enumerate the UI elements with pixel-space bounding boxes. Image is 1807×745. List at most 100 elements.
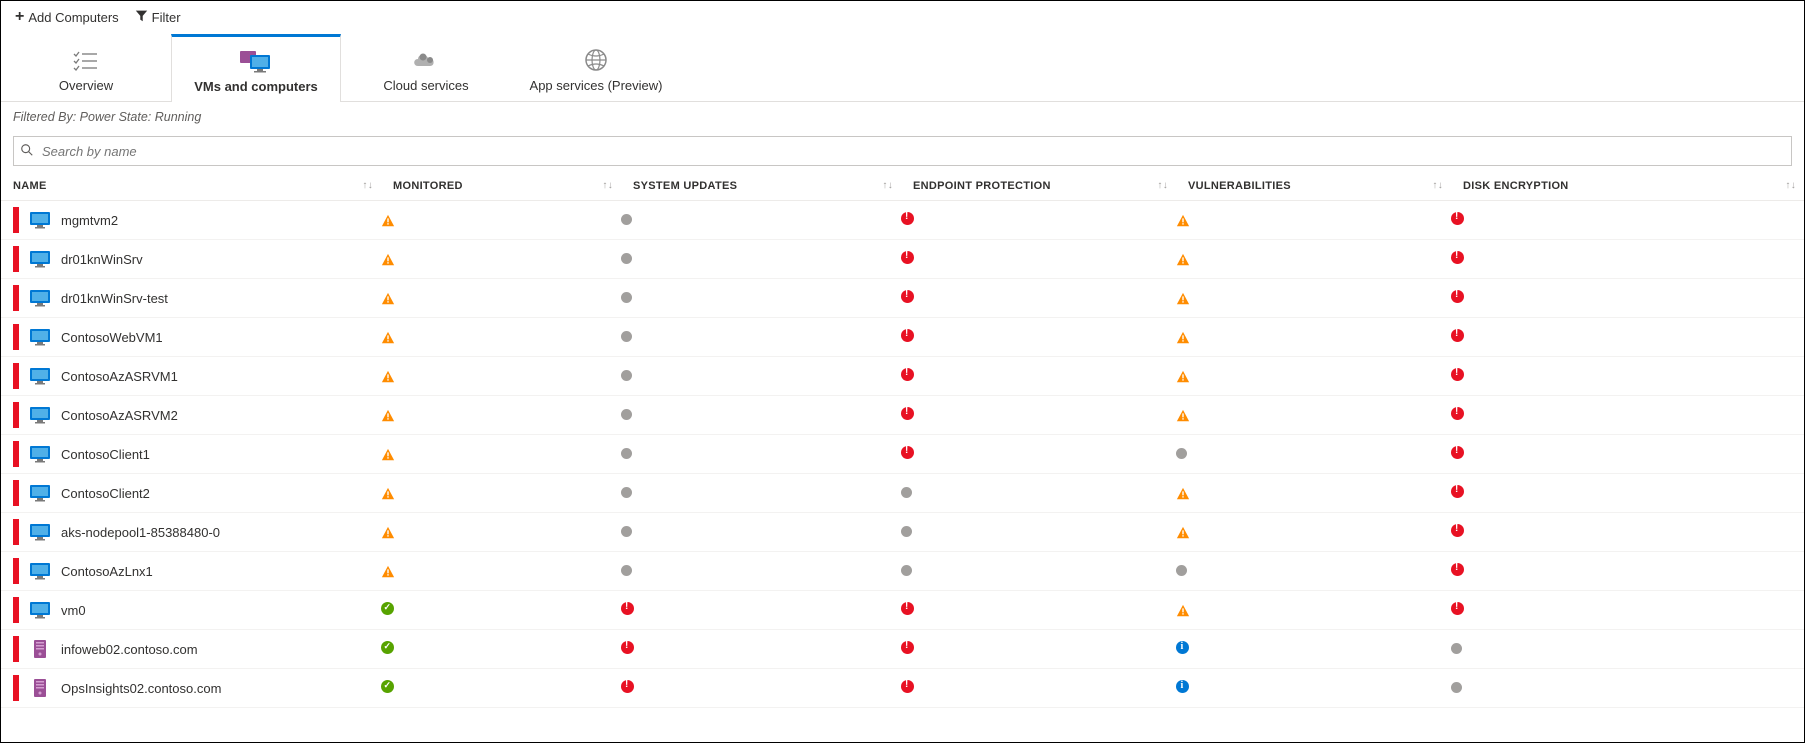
table-row[interactable]: infoweb02.contoso.com (1, 630, 1804, 669)
search-icon (20, 143, 34, 160)
vm-icon (29, 406, 51, 424)
col-vuln[interactable]: VULNERABILITIES↑↓ (1176, 172, 1451, 201)
warning-icon (381, 448, 395, 462)
healthy-icon (381, 602, 394, 615)
warning-icon (381, 214, 395, 228)
warning-icon (1176, 331, 1190, 345)
error-icon (1451, 329, 1464, 342)
col-name[interactable]: NAME↑↓ (1, 172, 381, 201)
table-row[interactable]: ContosoClient1 (1, 435, 1804, 474)
table-row[interactable]: dr01knWinSrv (1, 240, 1804, 279)
error-icon (1451, 524, 1464, 537)
cloud-gears-icon (341, 46, 511, 74)
search-input[interactable] (40, 143, 1785, 160)
warning-icon (381, 370, 395, 384)
search-box[interactable] (13, 136, 1792, 166)
vm-icon (29, 328, 51, 346)
unknown-icon (621, 409, 632, 420)
severity-indicator (13, 246, 19, 272)
severity-indicator (13, 402, 19, 428)
error-icon (901, 641, 914, 654)
search-container (13, 136, 1792, 166)
unknown-icon (1451, 682, 1462, 693)
severity-indicator (13, 207, 19, 233)
tab-vms[interactable]: VMs and computers (171, 34, 341, 102)
unknown-icon (621, 526, 632, 537)
col-disk[interactable]: DISK ENCRYPTION↑↓ (1451, 172, 1804, 201)
warning-icon (381, 565, 395, 579)
unknown-icon (1176, 448, 1187, 459)
col-updates[interactable]: SYSTEM UPDATES↑↓ (621, 172, 901, 201)
error-icon (1451, 407, 1464, 420)
resource-name: ContosoWebVM1 (61, 330, 163, 345)
vm-icon (172, 47, 340, 75)
error-icon (1451, 563, 1464, 576)
resource-name: vm0 (61, 603, 86, 618)
vm-icon (29, 523, 51, 541)
warning-icon (1176, 292, 1190, 306)
sort-icon: ↑↓ (1157, 180, 1168, 191)
tab-app[interactable]: App services (Preview) (511, 33, 681, 101)
resource-name: ContosoClient1 (61, 447, 150, 462)
add-computers-button[interactable]: + Add Computers (7, 6, 127, 29)
severity-indicator (13, 441, 19, 467)
unknown-icon (621, 253, 632, 264)
table-row[interactable]: ContosoClient2 (1, 474, 1804, 513)
command-bar: + Add Computers Filter (1, 1, 1804, 33)
resource-name: ContosoAzASRVM2 (61, 408, 178, 423)
unknown-icon (901, 565, 912, 576)
unknown-icon (621, 331, 632, 342)
error-icon (1451, 368, 1464, 381)
error-icon (621, 641, 634, 654)
table-row[interactable]: ContosoAzLnx1 (1, 552, 1804, 591)
table-row[interactable]: mgmtvm2 (1, 201, 1804, 240)
warning-icon (1176, 604, 1190, 618)
unknown-icon (621, 448, 632, 459)
vm-icon (29, 250, 51, 268)
severity-indicator (13, 519, 19, 545)
severity-indicator (13, 285, 19, 311)
unknown-icon (1176, 565, 1187, 576)
unknown-icon (1451, 643, 1462, 654)
vm-icon (29, 562, 51, 580)
sort-icon: ↑↓ (602, 180, 613, 191)
tab-cloud[interactable]: Cloud services (341, 33, 511, 101)
table-row[interactable]: ContosoWebVM1 (1, 318, 1804, 357)
tab-overview[interactable]: Overview (1, 33, 171, 101)
warning-icon (381, 253, 395, 267)
severity-indicator (13, 480, 19, 506)
sort-icon: ↑↓ (1785, 180, 1796, 191)
table-row[interactable]: ContosoAzASRVM1 (1, 357, 1804, 396)
resource-name: dr01knWinSrv (61, 252, 143, 267)
error-icon (1451, 446, 1464, 459)
warning-icon (381, 409, 395, 423)
healthy-icon (381, 680, 394, 693)
col-endpoint[interactable]: ENDPOINT PROTECTION↑↓ (901, 172, 1176, 201)
table-row[interactable]: vm0 (1, 591, 1804, 630)
error-icon (901, 251, 914, 264)
error-icon (901, 368, 914, 381)
server-icon (29, 679, 51, 697)
table-row[interactable]: aks-nodepool1-85388480-0 (1, 513, 1804, 552)
unknown-icon (621, 292, 632, 303)
error-icon (621, 680, 634, 693)
tab-label: App services (Preview) (511, 78, 681, 93)
severity-indicator (13, 597, 19, 623)
plus-icon: + (15, 11, 24, 23)
sort-icon: ↑↓ (882, 180, 893, 191)
resource-name: OpsInsights02.contoso.com (61, 681, 221, 696)
error-icon (901, 680, 914, 693)
col-monitored[interactable]: MONITORED↑↓ (381, 172, 621, 201)
filter-button[interactable]: Filter (127, 5, 189, 29)
error-icon (901, 290, 914, 303)
table-row[interactable]: dr01knWinSrv-test (1, 279, 1804, 318)
warning-icon (381, 292, 395, 306)
add-computers-label: Add Computers (28, 10, 118, 25)
table-row[interactable]: OpsInsights02.contoso.com (1, 669, 1804, 708)
table-row[interactable]: ContosoAzASRVM2 (1, 396, 1804, 435)
error-icon (1451, 251, 1464, 264)
filter-summary: Filtered By: Power State: Running (1, 102, 1804, 136)
severity-indicator (13, 675, 19, 701)
error-icon (1451, 602, 1464, 615)
error-icon (1451, 212, 1464, 225)
